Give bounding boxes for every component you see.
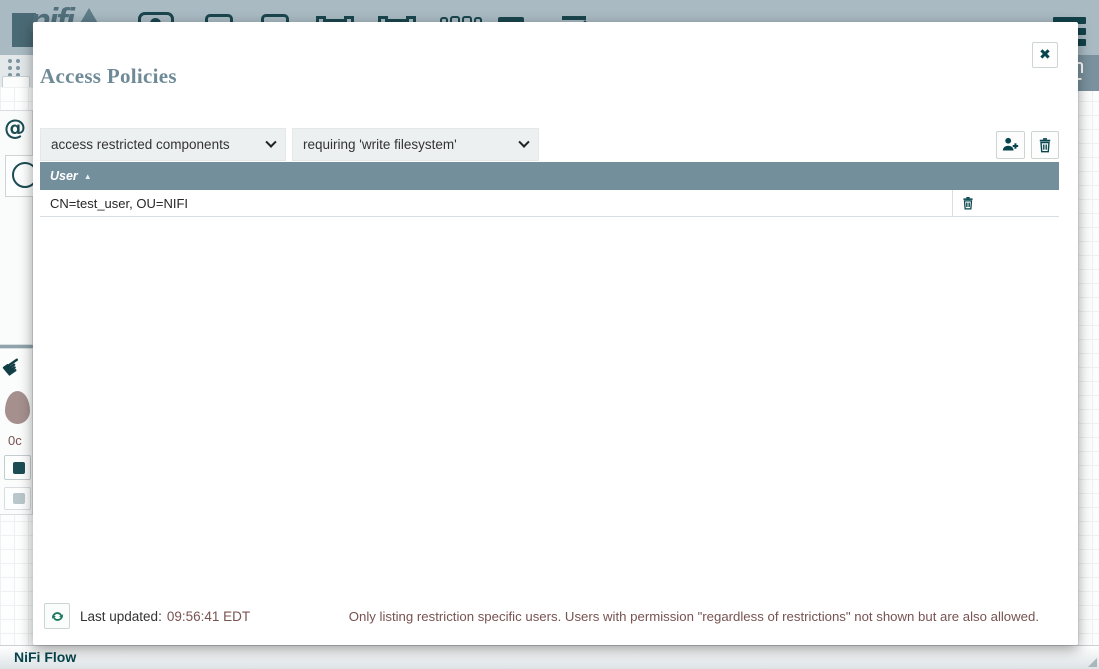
trash-icon: [1039, 137, 1051, 152]
dialog-title: Access Policies: [40, 64, 177, 88]
table-row: CN=test_user, OU=NIFI: [40, 190, 1059, 217]
policy-type-dropdown[interactable]: access restricted components: [40, 128, 286, 161]
dialog-footer: Last updated: 09:56:41 EDT Only listing …: [44, 603, 1059, 629]
chevron-down-icon: [265, 136, 277, 148]
operate-secondary-button[interactable]: [4, 487, 31, 510]
hand-cursor-icon: ☛: [0, 349, 30, 385]
close-icon: ✖: [1039, 47, 1051, 63]
access-policies-dialog: ✖ Access Policies access restricted comp…: [33, 22, 1078, 645]
add-user-icon: [1002, 137, 1019, 151]
cluster-icon: [8, 59, 21, 77]
refresh-button[interactable]: [44, 603, 70, 629]
resize-handle-icon[interactable]: [1088, 658, 1097, 667]
close-button[interactable]: ✖: [1032, 42, 1058, 68]
policy-scope-dropdown[interactable]: requiring 'write filesystem': [292, 128, 539, 161]
operate-settings-button[interactable]: [4, 455, 31, 480]
last-updated-value: 09:56:41 EDT: [166, 608, 251, 624]
row-actions-cell: [953, 196, 975, 210]
operate-palette: ☛ 0c: [0, 348, 33, 515]
policy-type-value: access restricted components: [51, 137, 230, 152]
navigate-compass-icon: @: [4, 116, 26, 141]
refresh-icon: [51, 611, 63, 621]
policy-scope-value: requiring 'write filesystem': [303, 137, 457, 152]
policy-controls-row: access restricted components requiring '…: [40, 128, 1059, 161]
operate-stat-fragment: 0c: [8, 433, 22, 448]
breadcrumb[interactable]: NiFi Flow: [14, 649, 76, 665]
delete-policy-button[interactable]: [1031, 130, 1059, 159]
nifi-application: nifi @ ☛ 0c NiFi Flow ✖ Access Policies …: [0, 0, 1099, 669]
remove-user-button[interactable]: [961, 196, 975, 210]
trash-icon: [963, 196, 973, 210]
navigate-palette: @: [0, 110, 40, 345]
users-table-header[interactable]: User ▲: [40, 162, 1059, 190]
flow-drop-icon: [5, 391, 30, 424]
breadcrumb-bar: NiFi Flow: [0, 645, 1099, 669]
last-updated-label: Last updated:: [80, 608, 162, 624]
sort-ascending-icon: ▲: [83, 172, 92, 181]
restriction-note: Only listing restriction specific users.…: [348, 608, 1039, 624]
chevron-down-icon: [518, 136, 530, 148]
user-column-header: User: [50, 169, 78, 183]
user-identity-cell: CN=test_user, OU=NIFI: [40, 190, 953, 216]
add-user-button[interactable]: [996, 130, 1025, 159]
